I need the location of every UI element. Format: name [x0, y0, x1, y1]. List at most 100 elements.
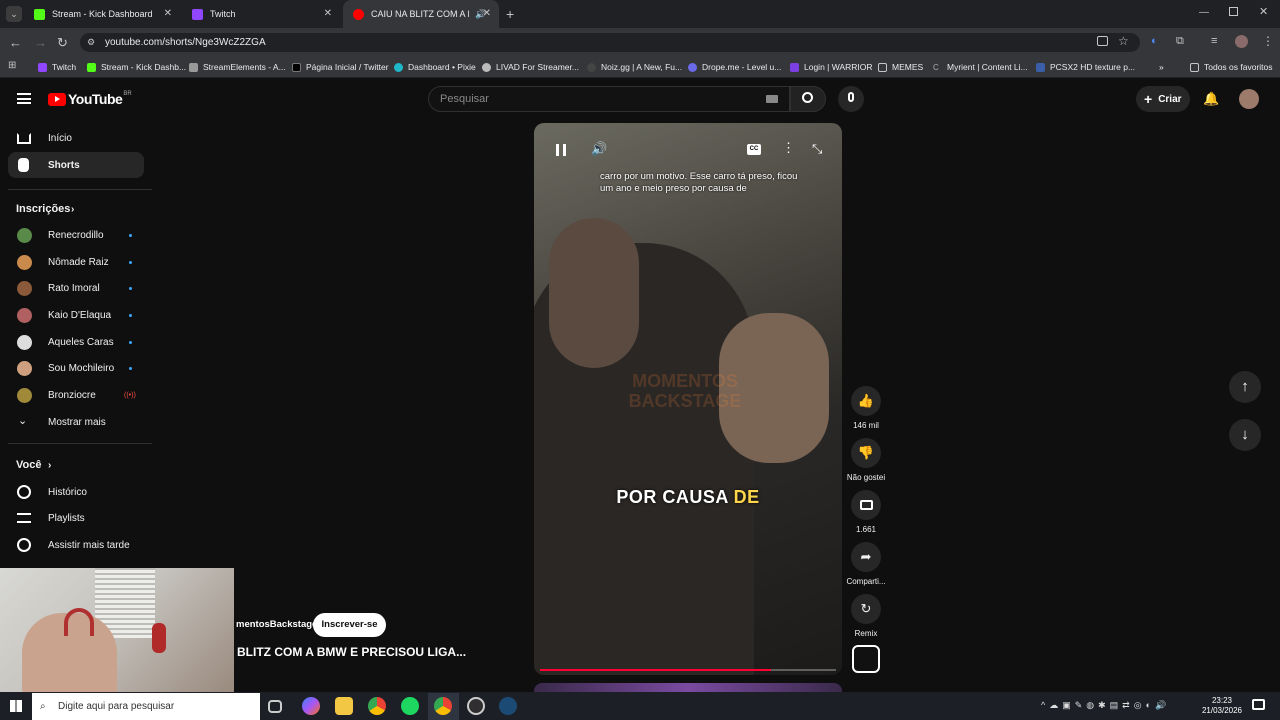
minimize-button[interactable]: —: [1199, 7, 1209, 18]
subscribe-button[interactable]: Inscrever-se: [313, 613, 386, 637]
tab-youtube[interactable]: CAIU NA BLITZ COM A BMW 🔊 ✕: [343, 0, 499, 28]
close-window-button[interactable]: ✕: [1259, 5, 1268, 18]
share-button[interactable]: ➦ Comparti...: [846, 542, 886, 586]
pause-icon[interactable]: [556, 144, 566, 156]
tab-twitch[interactable]: Twitch ✕: [182, 0, 340, 28]
sidebar-channel[interactable]: Sou Mochileiro: [0, 355, 150, 381]
sidebar-item-watch-later[interactable]: Assistir mais tarde: [0, 532, 150, 558]
close-icon[interactable]: ✕: [324, 8, 332, 19]
system-tray-icons[interactable]: ^☁▣✎◍✱▤⇄◎◐🔊: [1041, 700, 1170, 711]
bookmark-pixie[interactable]: Dashboard • Pixie: [394, 56, 476, 78]
bookmarks-overflow-icon[interactable]: »: [1159, 56, 1164, 78]
bookmark-drope[interactable]: Drope.me - Level u...: [688, 56, 781, 78]
fullscreen-icon[interactable]: ⤡: [812, 141, 822, 157]
bookmark-twitter[interactable]: Página Inicial / Twitter: [292, 56, 389, 78]
channel-name[interactable]: mentosBackstage: [236, 619, 317, 630]
all-favorites[interactable]: Todos os favoritos: [1190, 56, 1273, 78]
search-button[interactable]: [790, 86, 826, 112]
bookmark-twitch[interactable]: Twitch: [38, 56, 76, 78]
notifications-bell-icon[interactable]: 🔔: [1203, 91, 1219, 107]
account-avatar[interactable]: [1239, 89, 1259, 109]
forward-icon[interactable]: →: [34, 35, 47, 50]
sidebar-item-home[interactable]: Início: [8, 125, 144, 151]
obs-icon[interactable]: [467, 697, 485, 715]
youtube-logo[interactable]: YouTube BR: [48, 91, 132, 107]
like-count: 146 mil: [853, 421, 879, 430]
sidebar-channel[interactable]: Rato Imoral: [0, 275, 150, 301]
remix-icon: ↻: [860, 601, 872, 616]
progress-track[interactable]: [540, 669, 836, 671]
copilot-icon[interactable]: [302, 697, 320, 715]
profile-avatar[interactable]: [1235, 35, 1248, 48]
sound-thumbnail[interactable]: [852, 645, 880, 673]
install-icon[interactable]: [1097, 36, 1108, 46]
sidebar-channel[interactable]: Renecrodillo: [0, 222, 150, 248]
reload-icon[interactable]: ↻: [57, 35, 68, 51]
bookmark-pcsx2[interactable]: PCSX2 HD texture p...: [1036, 56, 1135, 78]
tab-list-icon[interactable]: ⌄: [6, 6, 22, 22]
bookmark-memes[interactable]: MEMES: [878, 56, 923, 78]
star-icon[interactable]: ☆: [1118, 34, 1129, 48]
sidebar-item-label: Playlists: [48, 512, 85, 524]
notification-center-icon[interactable]: [1252, 699, 1265, 710]
hamburger-menu-icon[interactable]: [17, 93, 31, 104]
sidebar-channel[interactable]: Aqueles Caras: [0, 329, 150, 355]
close-icon[interactable]: ✕: [483, 8, 491, 19]
windows-start-icon[interactable]: [10, 700, 22, 712]
task-view-icon[interactable]: [268, 700, 282, 713]
sidebar-channel[interactable]: Nômade Raiz: [0, 249, 150, 275]
menu-icon[interactable]: ⋮: [1262, 34, 1274, 48]
sidebar-channel[interactable]: Kaio D'Elaqua: [0, 302, 150, 328]
bookmark-label: Twitch: [52, 62, 77, 72]
volume-icon[interactable]: 🔊: [591, 141, 607, 157]
bookmark-streamelements[interactable]: StreamElements - A...: [189, 56, 286, 78]
back-icon[interactable]: ←: [9, 35, 22, 50]
chrome-icon[interactable]: [368, 697, 386, 715]
sidebar-item-playlists[interactable]: Playlists: [0, 505, 150, 531]
restore-button[interactable]: [1229, 7, 1238, 16]
close-icon[interactable]: ✕: [164, 8, 172, 19]
captions-icon[interactable]: CC: [747, 144, 761, 155]
thumbs-up-icon: 👍: [857, 393, 875, 408]
search-input[interactable]: Pesquisar: [428, 86, 790, 112]
bookmark-noiz[interactable]: Noiz.gg | A New, Fu...: [587, 56, 682, 78]
clock[interactable]: 23:23 21/03/2026: [1200, 696, 1244, 716]
remix-button[interactable]: ↻ Remix: [846, 594, 886, 638]
previous-short-button[interactable]: ↑: [1229, 371, 1261, 403]
site-info-icon[interactable]: ⚙: [87, 37, 95, 48]
apps-icon[interactable]: ⊞: [8, 60, 16, 71]
you-heading[interactable]: Você ›: [0, 452, 150, 478]
short-video-player[interactable]: MOMENTOS BACKSTAGE carro por um motivo. …: [534, 123, 842, 675]
extensions-puzzle-icon[interactable]: ⧉: [1176, 35, 1184, 48]
next-short-button[interactable]: ↓: [1229, 419, 1261, 451]
bookmark-warrior[interactable]: Login | WARRIOR: [790, 56, 873, 78]
next-short-preview[interactable]: [534, 683, 842, 692]
voice-search-icon[interactable]: [838, 86, 864, 112]
create-button[interactable]: + Criar: [1136, 86, 1190, 112]
media-control-icon[interactable]: ≡: [1211, 35, 1217, 47]
show-more-button[interactable]: ⌄ Mostrar mais: [0, 409, 150, 435]
video-title[interactable]: BLITZ COM A BMW E PRECISOU LIGA...: [237, 645, 466, 659]
dislike-button[interactable]: 👎 Não gostei: [846, 438, 886, 482]
extension-icon[interactable]: ◐: [1151, 35, 1158, 47]
taskbar-search[interactable]: ⌕ Digite aqui para pesquisar: [32, 693, 260, 720]
file-explorer-icon[interactable]: [335, 697, 353, 715]
url-text[interactable]: youtube.com/shorts/Nge3WcZ2ZGA: [105, 37, 266, 48]
sidebar-channel[interactable]: Bronziocre ((•)): [0, 382, 150, 408]
tab-kick[interactable]: Stream - Kick Dashboard ✕: [24, 0, 180, 28]
comments-button[interactable]: 1.661: [846, 490, 886, 534]
new-tab-button[interactable]: +: [506, 6, 514, 22]
bookmark-kick[interactable]: Stream - Kick Dashb...: [87, 56, 186, 78]
sidebar-item-shorts[interactable]: Shorts: [8, 152, 144, 178]
keyboard-icon[interactable]: [766, 95, 778, 103]
more-options-icon[interactable]: ⋮: [782, 140, 795, 156]
bookmark-livad[interactable]: LIVAD For Streamer...: [482, 56, 579, 78]
chevron-down-icon: ⌄: [18, 415, 28, 427]
sidebar-item-history[interactable]: Histórico: [0, 479, 150, 505]
spotify-icon[interactable]: [401, 697, 419, 715]
subscriptions-heading[interactable]: Inscrições ›: [0, 196, 150, 222]
like-button[interactable]: 👍 146 mil: [846, 386, 886, 430]
chrome-icon[interactable]: [434, 697, 452, 715]
bookmark-myrient[interactable]: C Myrient | Content Li...: [933, 56, 1028, 78]
steam-icon[interactable]: [499, 697, 517, 715]
